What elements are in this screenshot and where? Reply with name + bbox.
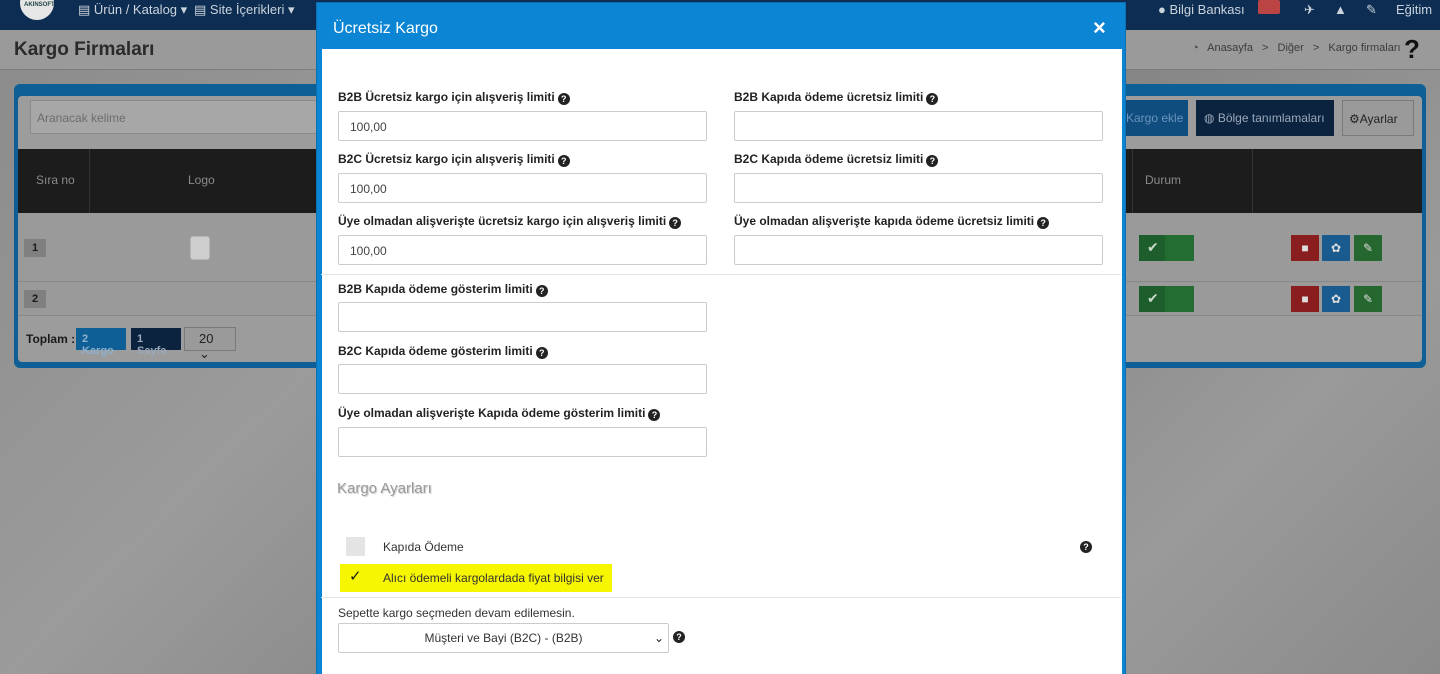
dashboard-icon: ◔ bbox=[1192, 42, 1199, 54]
per-page-select[interactable]: 20 ⌄ bbox=[184, 327, 236, 361]
question-icon[interactable]: ? bbox=[673, 631, 685, 643]
divider bbox=[321, 597, 1121, 598]
page-count-badge: 1 Sayfa bbox=[131, 328, 181, 357]
question-icon[interactable]: ? bbox=[535, 285, 548, 297]
b2c-cod-show-input[interactable] bbox=[338, 364, 707, 394]
pencil-icon: ✎ bbox=[1362, 292, 1374, 306]
gears-icon: ✿ bbox=[1330, 292, 1342, 306]
status-toggle-button[interactable]: ✔ bbox=[1139, 235, 1194, 261]
trash-icon: ■ bbox=[1301, 241, 1309, 255]
b2c-free-limit-input[interactable]: 100,00 bbox=[338, 173, 707, 203]
trash-icon: ■ bbox=[1301, 292, 1309, 306]
label-b2c-cod-free: B2C Kapıda ödeme ücretsiz limiti? bbox=[734, 152, 939, 167]
modal-title: Ücretsiz Kargo bbox=[333, 20, 438, 37]
check-icon: ✓ bbox=[349, 568, 362, 585]
cargo-logo bbox=[190, 236, 210, 260]
row-number: 2 bbox=[24, 290, 46, 308]
logo-text: AKINSOFT bbox=[24, 2, 55, 8]
warning-icon[interactable]: ▲ bbox=[1334, 2, 1347, 17]
delete-button[interactable]: ■ bbox=[1291, 286, 1319, 312]
nav-item-urun-katalog[interactable]: ▤ Ürün / Katalog ▾ bbox=[78, 2, 187, 18]
configure-button[interactable]: ✿ bbox=[1322, 235, 1350, 261]
label-b2b-free-limit: B2B Ücretsiz kargo için alışveriş limiti… bbox=[338, 90, 570, 105]
status-toggle-button[interactable]: ✔ bbox=[1139, 286, 1194, 312]
cart-continue-select[interactable]: Müşteri ve Bayi (B2C) - (B2B) ⌄ bbox=[338, 623, 669, 653]
b2b-free-limit-input[interactable]: 100,00 bbox=[338, 111, 707, 141]
row-number: 1 bbox=[24, 239, 46, 257]
breadcrumb: ◔ Anasayfa > Diğer > Kargo firmaları bbox=[1192, 42, 1401, 54]
label-b2c-free-limit: B2C Ücretsiz kargo için alışveriş limiti… bbox=[338, 152, 570, 167]
question-icon[interactable]: ? bbox=[926, 155, 939, 167]
cart-continue-label: Sepette kargo seçmeden devam edilemesin. bbox=[338, 606, 575, 620]
section-title-kargo-ayarlari: Kargo Ayarları bbox=[337, 480, 432, 497]
edit-button[interactable]: ✎ bbox=[1354, 235, 1382, 261]
close-icon[interactable]: × bbox=[1093, 15, 1106, 41]
cod-checkbox[interactable] bbox=[346, 537, 365, 556]
nav-bilgi-bankasi[interactable]: ● Bilgi Bankası bbox=[1158, 2, 1245, 17]
cargo-count-badge: 2 Kargo bbox=[76, 328, 126, 357]
header-durum: Durum bbox=[1145, 173, 1182, 187]
document-icon: ▤ bbox=[194, 2, 207, 17]
check-icon: ✔ bbox=[1147, 290, 1159, 306]
help-icon[interactable]: ? bbox=[1404, 34, 1420, 65]
label-guest-free-limit: Üye olmadan alişverişte ücretsiz kargo i… bbox=[338, 214, 682, 229]
question-icon[interactable]: ? bbox=[535, 347, 548, 359]
b2b-cod-free-input[interactable] bbox=[734, 111, 1103, 141]
header-logo: Logo bbox=[188, 173, 215, 187]
label-b2c-cod-show: B2C Kapıda ödeme gösterim limiti? bbox=[338, 344, 548, 359]
chevron-down-icon: ▾ bbox=[180, 2, 188, 17]
add-cargo-button[interactable]: Kargo ekle bbox=[1124, 100, 1188, 136]
nav-egitim[interactable]: Eğitim bbox=[1396, 2, 1432, 17]
gears-icon: ⚙ bbox=[1349, 112, 1360, 126]
header-sira-no: Sıra no bbox=[36, 173, 75, 187]
label-guest-cod-free: Üye olmadan alişverişte kapıda ödeme ücr… bbox=[734, 214, 1050, 229]
flag-icon[interactable] bbox=[1258, 0, 1280, 14]
question-icon[interactable]: ? bbox=[1080, 541, 1092, 553]
page-title: Kargo Firmaları bbox=[14, 39, 155, 60]
nav-item-site-icerikleri[interactable]: ▤ Site İçerikleri ▾ bbox=[194, 2, 295, 18]
gears-icon: ✿ bbox=[1330, 241, 1342, 255]
breadcrumb-anasayfa[interactable]: Anasayfa bbox=[1207, 42, 1253, 54]
label-b2b-cod-show: B2B Kapıda ödeme gösterim limiti? bbox=[338, 282, 548, 297]
total-label: Toplam : bbox=[26, 332, 76, 346]
check-icon: ✔ bbox=[1147, 239, 1159, 255]
question-icon[interactable]: ? bbox=[557, 155, 570, 167]
question-icon[interactable]: ? bbox=[926, 93, 939, 105]
chevron-down-icon: ⌄ bbox=[653, 631, 664, 645]
region-definitions-button[interactable]: ◍ Bölge tanımlamaları bbox=[1196, 100, 1334, 136]
b2c-cod-free-input[interactable] bbox=[734, 173, 1103, 203]
edit-icon[interactable]: ✎ bbox=[1366, 2, 1377, 18]
receiver-pays-label: Alıcı ödemeli kargolardada fiyat bilgisi… bbox=[383, 571, 604, 585]
divider bbox=[321, 274, 1121, 275]
edit-button[interactable]: ✎ bbox=[1354, 286, 1382, 312]
box-icon: ▤ bbox=[78, 2, 91, 17]
question-icon[interactable]: ? bbox=[648, 409, 661, 421]
b2b-cod-show-input[interactable] bbox=[338, 302, 707, 332]
configure-button[interactable]: ✿ bbox=[1322, 286, 1350, 312]
info-icon: ● bbox=[1158, 2, 1166, 17]
guest-cod-show-input[interactable] bbox=[338, 427, 707, 457]
delete-button[interactable]: ■ bbox=[1291, 235, 1319, 261]
question-icon[interactable]: ? bbox=[1037, 217, 1050, 229]
breadcrumb-kargo-firmalari: Kargo firmaları bbox=[1328, 42, 1401, 54]
cod-label: Kapıda Ödeme bbox=[383, 540, 464, 554]
chevron-down-icon: ⌄ bbox=[199, 346, 210, 361]
globe-icon: ◍ bbox=[1204, 111, 1215, 125]
settings-button[interactable]: ⚙Ayarlar bbox=[1342, 100, 1414, 136]
label-b2b-cod-free: B2B Kapıda ödeme ücretsiz limiti? bbox=[734, 90, 939, 105]
question-icon[interactable]: ? bbox=[557, 93, 570, 105]
search-input[interactable]: Aranacak kelime bbox=[30, 100, 320, 134]
chevron-down-icon: ▾ bbox=[287, 2, 295, 17]
receiver-pays-checkbox[interactable]: ✓ bbox=[346, 568, 365, 587]
label-guest-cod-show: Üye olmadan alişverişte Kapıda ödeme gös… bbox=[338, 406, 661, 421]
pencil-icon: ✎ bbox=[1362, 241, 1374, 255]
breadcrumb-diger[interactable]: Diğer bbox=[1278, 42, 1304, 54]
guest-free-limit-input[interactable]: 100,00 bbox=[338, 235, 707, 265]
question-icon[interactable]: ? bbox=[669, 217, 682, 229]
megaphone-icon[interactable]: ✈ bbox=[1304, 2, 1315, 18]
guest-cod-free-input[interactable] bbox=[734, 235, 1103, 265]
